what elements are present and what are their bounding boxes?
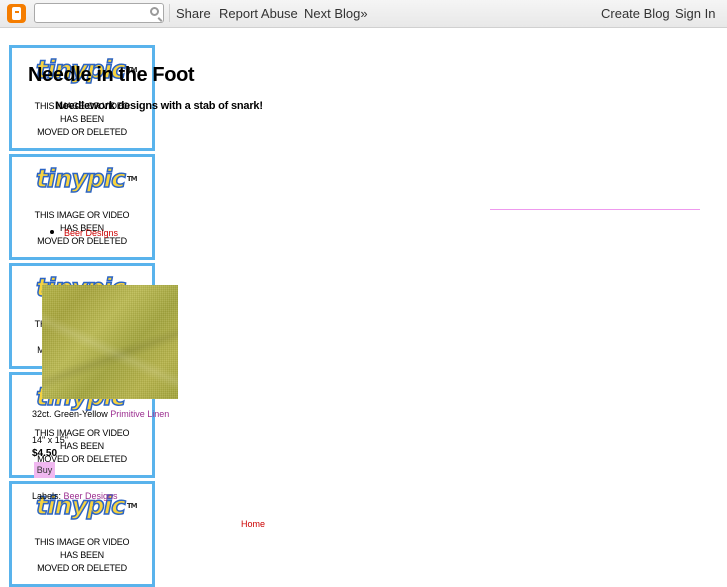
home-link[interactable]: Home <box>241 519 265 529</box>
label-link-beer-designs[interactable]: Beer Designs <box>64 491 118 501</box>
post-labels: Labels: Beer Designs <box>32 491 118 501</box>
search-input[interactable] <box>39 5 151 23</box>
divider <box>169 4 170 22</box>
blog-description: Needlework designs with a stab of snark! <box>55 100 263 112</box>
search-icon[interactable] <box>150 7 159 16</box>
list-bullet <box>50 230 54 234</box>
tinypic-logo: tinypicTM <box>35 164 137 194</box>
blogger-navbar: Share Report Abuse Next Blog» Create Blo… <box>0 0 727 28</box>
product-price: $4.50 <box>32 448 58 459</box>
tinypic-placeholder: tinypicTM THIS IMAGE OR VIDEOHAS BEENMOV… <box>9 154 155 260</box>
primitive-linen-link[interactable]: Primitive Linen <box>110 409 169 419</box>
product-size: 14" x 15" <box>32 435 68 445</box>
blogger-logo-icon[interactable] <box>7 4 26 23</box>
next-blog-link[interactable]: Next Blog» <box>304 6 368 21</box>
placeholder-message: THIS IMAGE OR VIDEOHAS BEENMOVED OR DELE… <box>34 537 130 573</box>
report-abuse-link[interactable]: Report Abuse <box>219 6 298 21</box>
placeholder-message: THIS IMAGE OR VIDEOHAS BEENMOVED OR DELE… <box>34 428 130 464</box>
product-name: 32ct. Green-Yellow Primitive Linen <box>32 409 170 419</box>
sign-in-link[interactable]: Sign In <box>675 6 715 21</box>
blog-title[interactable]: Needle in the Foot <box>28 64 195 87</box>
create-blog-link[interactable]: Create Blog <box>601 6 670 21</box>
tinypic-placeholder: tinypicTM THIS IMAGE OR VIDEOHAS BEENMOV… <box>9 45 155 151</box>
buy-button[interactable]: Buy <box>34 462 55 478</box>
search-field[interactable] <box>34 3 164 23</box>
divider <box>490 209 700 210</box>
category-link-beer-designs[interactable]: Beer Designs <box>64 228 118 238</box>
linen-product-image[interactable] <box>42 285 178 399</box>
share-link[interactable]: Share <box>176 6 211 21</box>
